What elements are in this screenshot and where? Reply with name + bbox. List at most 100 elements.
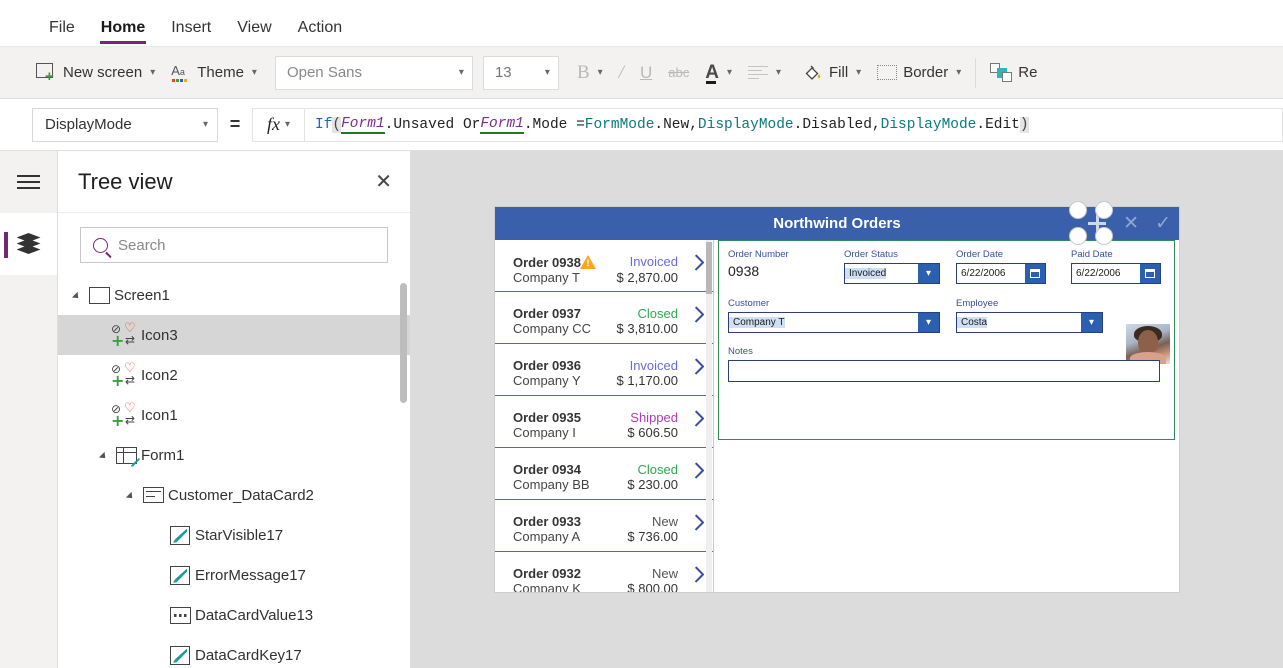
underline-button[interactable]: U <box>632 56 660 90</box>
order-number: Order 0934 <box>513 462 581 477</box>
chevron-right-icon[interactable] <box>693 462 703 480</box>
menu-item-home[interactable]: Home <box>88 20 158 46</box>
rail-item-tree-view[interactable] <box>0 213 57 275</box>
resize-handle-bottom-right[interactable] <box>1095 227 1113 245</box>
menu-item-action[interactable]: Action <box>285 20 355 46</box>
order-status-badge: Closed <box>637 306 678 321</box>
employee-dropdown[interactable]: Costa ▾ <box>956 312 1103 333</box>
order-number-value: 0938 <box>728 263 760 279</box>
order-number: Order 0933 <box>513 514 581 529</box>
resize-handle-top-left[interactable] <box>1069 201 1087 219</box>
order-row[interactable]: Order 0932 New Company K $ 800.00 <box>495 552 713 592</box>
order-date-input[interactable]: 6/22/2006 <box>956 263 1046 284</box>
chevron-right-icon[interactable] <box>693 566 703 584</box>
bold-button[interactable]: B ▾ <box>569 56 611 90</box>
chevron-right-icon[interactable] <box>693 514 703 532</box>
new-screen-button[interactable]: + New screen ▾ <box>28 56 163 90</box>
field-customer: Customer Company T ▾ <box>728 298 940 333</box>
align-button[interactable]: ▾ <box>740 56 789 90</box>
order-status-dropdown[interactable]: Invoiced ▾ <box>844 263 940 284</box>
chevron-down-icon: ▾ <box>202 119 208 130</box>
calendar-icon[interactable] <box>1025 264 1045 283</box>
tree-node-datacardkey17[interactable]: DataCardKey17 <box>58 635 410 668</box>
formula-token: .Edit <box>976 116 1020 133</box>
tree-node-icon3[interactable]: ⊘ ♡ + ⇄ Icon3 <box>58 315 410 355</box>
expand-collapse-icon[interactable] <box>122 491 138 502</box>
order-form: Order Number 0938 Order Status Invoiced … <box>714 240 1179 592</box>
tree-node-screen1[interactable]: Screen1 <box>58 275 410 315</box>
layers-icon <box>16 233 41 255</box>
tree-node-errormessage17[interactable]: ErrorMessage17 <box>58 555 410 595</box>
quad-icon: ⊘ ♡ + ⇄ <box>111 401 136 430</box>
tree-node-starvisible17[interactable]: StarVisible17 <box>58 515 410 555</box>
order-number: Order 0935 <box>513 410 581 425</box>
order-row[interactable]: Order 0936 Invoiced Company Y $ 1,170.00 <box>495 344 713 396</box>
order-status-badge: Closed <box>637 462 678 477</box>
tree-node-datacardvalue13[interactable]: DataCardValue13 <box>58 595 410 635</box>
order-gallery: Order 0938InvoicedCompany T$ 2,870.00Ord… <box>495 240 714 592</box>
order-row[interactable]: Order 0934 Closed Company BB $ 230.00 <box>495 448 713 500</box>
search-icon <box>93 237 108 253</box>
tree-node-icon1[interactable]: ⊘ ♡ + ⇄ Icon1 <box>58 395 410 435</box>
tree-node-form1[interactable]: Form1 <box>58 435 410 475</box>
order-row[interactable]: Order 0938 Invoiced Company T $ 2,870.00 <box>495 240 713 292</box>
employee-label: Employee <box>956 298 999 309</box>
cancel-icon[interactable]: ✕ <box>1123 214 1139 233</box>
field-paid-date: Paid Date 6/22/2006 <box>1071 249 1161 284</box>
tree-view-title: Tree view <box>78 168 173 194</box>
font-name-select[interactable]: Open Sans ▾ <box>274 55 473 90</box>
expand-collapse-icon[interactable] <box>95 451 111 462</box>
font-size-select[interactable]: 13 ▾ <box>482 55 559 90</box>
border-button[interactable]: Border ▾ <box>869 56 969 90</box>
notes-input[interactable] <box>728 360 1160 382</box>
fx-button[interactable]: fx ▾ <box>252 107 304 142</box>
theme-icon: Aa <box>171 63 191 82</box>
tree-node-label: Form1 <box>141 446 185 464</box>
search-input[interactable]: Search <box>80 227 388 263</box>
underline-icon: U <box>639 62 653 82</box>
app-preview: Northwind Orders ✕ ✓ Order 0938 Invoiced C… <box>495 207 1179 592</box>
chevron-right-icon[interactable] <box>693 306 703 324</box>
tree-scrollbar-thumb[interactable] <box>400 283 407 403</box>
close-icon[interactable]: ✕ <box>375 172 392 192</box>
hamburger-menu-button[interactable] <box>0 151 57 213</box>
calendar-icon[interactable] <box>1140 264 1160 283</box>
paid-date-input[interactable]: 6/22/2006 <box>1071 263 1161 284</box>
italic-button[interactable]: / <box>611 56 632 90</box>
chevron-right-icon[interactable] <box>693 254 703 272</box>
fill-button[interactable]: Fill ▾ <box>795 56 869 90</box>
resize-handle-bottom-left[interactable] <box>1069 227 1087 245</box>
order-number-label: Order Number <box>728 249 789 260</box>
order-row[interactable]: Order 0933 New Company A $ 736.00 <box>495 500 713 552</box>
chevron-right-icon[interactable] <box>693 410 703 428</box>
save-icon[interactable]: ✓ <box>1155 214 1171 233</box>
font-color-button[interactable]: A ▾ <box>697 56 740 90</box>
border-label: Border <box>903 64 949 81</box>
strikethrough-button[interactable]: abc <box>660 56 697 90</box>
chevron-down-icon: ▾ <box>597 67 603 78</box>
reorder-icon <box>990 62 1013 83</box>
align-left-icon <box>747 65 768 80</box>
screen-icon <box>84 286 114 304</box>
menu-item-view[interactable]: View <box>224 20 284 46</box>
reorder-button[interactable]: Re <box>982 56 1045 90</box>
menu-item-file[interactable]: File <box>36 20 88 46</box>
resize-handle-top-right[interactable] <box>1095 201 1113 219</box>
tree-node-label: DataCardValue13 <box>195 606 314 624</box>
tree-node-customer_datacard2[interactable]: Customer_DataCard2 <box>58 475 410 515</box>
gallery-scrollbar-thumb[interactable] <box>706 242 712 294</box>
order-row[interactable]: Order 0935 Shipped Company I $ 606.50 <box>495 396 713 448</box>
quad-icon: ⊘ ♡ + ⇄ <box>111 361 136 390</box>
order-row[interactable]: Order 0937 Closed Company CC $ 3,810.00 <box>495 292 713 344</box>
menu-item-insert[interactable]: Insert <box>158 20 224 46</box>
formula-input[interactable]: If( Form1 .Unsaved Or Form1 .Mode = FormMo… <box>304 107 1283 142</box>
fill-label: Fill <box>829 64 849 81</box>
expand-collapse-icon[interactable] <box>68 291 84 302</box>
formula-token: ( <box>332 116 342 133</box>
tree-node-icon2[interactable]: ⊘ ♡ + ⇄ Icon2 <box>58 355 410 395</box>
customer-dropdown[interactable]: Company T ▾ <box>728 312 940 333</box>
chevron-right-icon[interactable] <box>693 358 703 376</box>
order-amount: $ 736.00 <box>627 529 678 544</box>
theme-button[interactable]: Aa Theme ▾ <box>163 56 265 90</box>
property-select[interactable]: DisplayMode ▾ <box>32 107 218 142</box>
